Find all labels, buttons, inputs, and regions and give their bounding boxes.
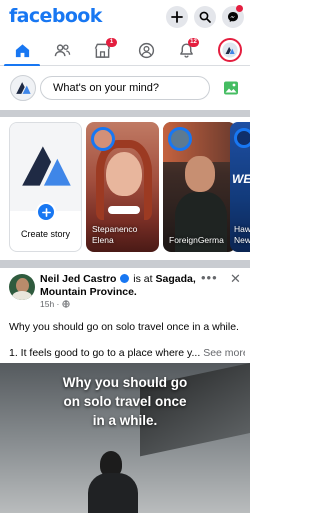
- story-face: [185, 156, 215, 192]
- plus-icon: [171, 11, 183, 23]
- profile-icon: [138, 42, 154, 58]
- tab-home[interactable]: [4, 34, 40, 67]
- friends-icon: [54, 43, 70, 56]
- post-media[interactable]: Why you should go on solo travel once in…: [0, 363, 250, 513]
- post-author-avatar[interactable]: [9, 274, 35, 300]
- create-story-plus[interactable]: [36, 202, 56, 222]
- avatar-shirt: [12, 291, 32, 300]
- brand-avatar-icon: [16, 82, 31, 94]
- media-caption-line: Why you should go: [62, 375, 188, 390]
- story-avatar: [91, 127, 115, 151]
- tab-profile[interactable]: [128, 34, 164, 66]
- stories-tray: Create story Stepanenco Elena ForeignGer…: [0, 117, 250, 260]
- marketplace-badge: 1: [106, 38, 117, 47]
- post-time[interactable]: 15h: [40, 299, 54, 309]
- globe-icon: [62, 300, 70, 308]
- photo-icon[interactable]: [222, 79, 240, 97]
- see-more-link[interactable]: See more: [203, 347, 245, 359]
- media-caption-line: on solo travel once: [63, 394, 187, 409]
- story-overlay-text: WE: [232, 172, 250, 186]
- home-icon: [15, 43, 29, 57]
- media-caption: Why you should go on solo travel once in…: [0, 373, 250, 430]
- create-story-card[interactable]: Create story: [9, 122, 82, 252]
- story-name: Stepanenco Elena: [92, 224, 138, 245]
- media-person-body: [88, 473, 138, 513]
- post-more-options-icon[interactable]: •••: [201, 270, 218, 285]
- story-card[interactable]: WE Haw New: [230, 122, 250, 252]
- story-card[interactable]: ForeignGerma: [163, 122, 236, 252]
- post-header: Neil Jed Castro is at Sagada, Mountain P…: [0, 268, 250, 316]
- story-avatar: [234, 128, 250, 148]
- post-author-line: Neil Jed Castro is at Sagada, Mountain P…: [40, 273, 210, 299]
- verified-badge-icon: [120, 274, 130, 283]
- top-bar: facebook: [0, 0, 250, 34]
- search-button[interactable]: [194, 6, 216, 28]
- story-name: ForeignGerma: [169, 235, 224, 245]
- hide-post-close-icon[interactable]: ✕: [230, 271, 241, 287]
- story-avatar: [168, 127, 192, 151]
- tab-friends[interactable]: [44, 34, 80, 66]
- facebook-logo[interactable]: facebook: [9, 5, 102, 27]
- search-icon: [199, 11, 211, 23]
- section-divider: [0, 260, 250, 268]
- post-author-name[interactable]: Neil Jed Castro: [40, 273, 116, 285]
- post-meta: 15h ·: [40, 299, 70, 309]
- post-verb: is at: [133, 273, 153, 285]
- composer: What's on your mind?: [0, 66, 250, 110]
- story-card[interactable]: Stepanenco Elena: [86, 122, 159, 252]
- create-story-image: [10, 123, 81, 211]
- tab-bar: 1 12: [0, 34, 250, 67]
- notifications-badge: 12: [188, 38, 199, 47]
- menu-avatar-icon: [222, 42, 238, 58]
- story-name: Haw New: [234, 224, 250, 245]
- tab-menu[interactable]: [212, 34, 248, 66]
- post-text-line: 1. It feels good to go to a place where …: [9, 346, 245, 360]
- brand-logo-icon: [21, 146, 71, 186]
- whats-on-your-mind-input[interactable]: What's on your mind?: [40, 76, 210, 100]
- post-text-line: Why you should go on solo travel once in…: [9, 321, 239, 333]
- plus-icon: [41, 207, 51, 217]
- user-avatar[interactable]: [10, 75, 36, 101]
- story-label-tag: [108, 206, 140, 214]
- messenger-icon: [228, 12, 238, 22]
- tab-marketplace[interactable]: 1: [84, 34, 120, 66]
- post-text-excerpt: 1. It feels good to go to a place where …: [9, 347, 201, 359]
- create-story-label: Create story: [20, 229, 71, 239]
- menu-avatar: [218, 38, 242, 62]
- messenger-badge: [236, 5, 243, 12]
- media-caption-line: in a while.: [92, 413, 158, 428]
- tab-notifications[interactable]: 12: [168, 34, 204, 66]
- create-button[interactable]: [166, 6, 188, 28]
